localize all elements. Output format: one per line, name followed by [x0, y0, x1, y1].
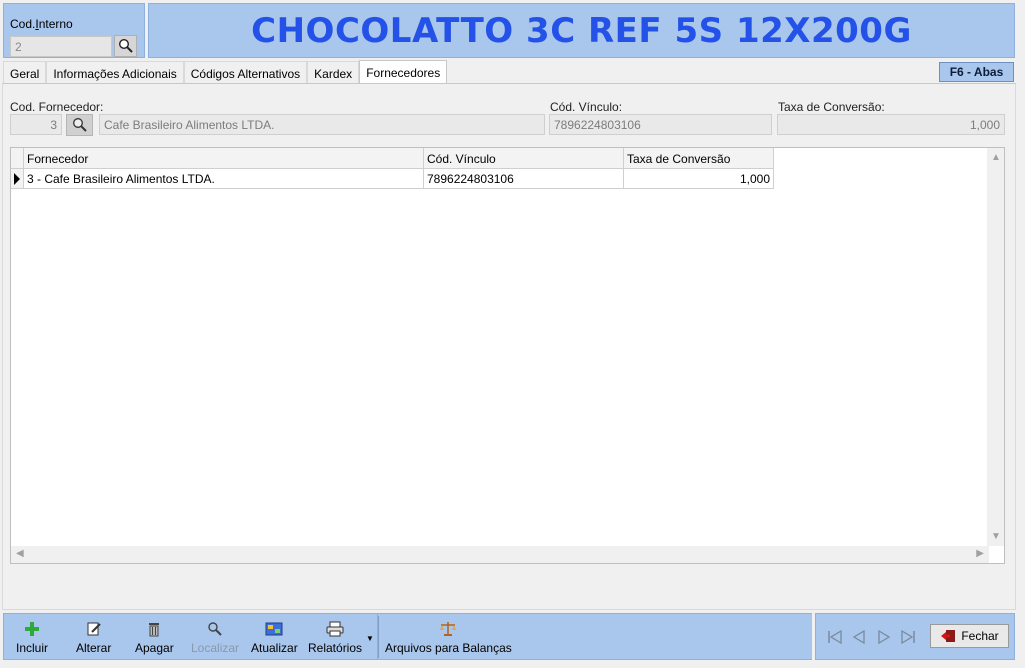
- code-label: Cod.Interno: [10, 17, 73, 31]
- table-row[interactable]: 3 - Cafe Brasileiro Alimentos LTDA. 7896…: [11, 169, 774, 189]
- taxa-field[interactable]: 1,000: [777, 114, 1005, 135]
- taxa-label: Taxa de Conversão:: [778, 100, 885, 114]
- last-icon: [901, 630, 915, 644]
- column-header-taxa[interactable]: Taxa de Conversão: [624, 148, 774, 169]
- tab-geral[interactable]: Geral: [3, 61, 47, 83]
- search-icon: [72, 118, 87, 132]
- apagar-button[interactable]: Apagar: [135, 620, 174, 658]
- current-row-arrow-icon: [14, 172, 20, 185]
- scroll-right-icon[interactable]: ▶: [976, 548, 984, 559]
- fornecedor-search-button[interactable]: [66, 114, 93, 136]
- last-record-button[interactable]: [897, 626, 919, 648]
- code-search-button[interactable]: [114, 35, 137, 57]
- internal-code-input[interactable]: 2: [10, 36, 112, 57]
- first-record-button[interactable]: [824, 626, 846, 648]
- scroll-down-icon[interactable]: ▼: [991, 531, 1001, 542]
- relatorios-label: Relatórios: [308, 641, 363, 655]
- tab-fornecedores[interactable]: Fornecedores: [359, 60, 448, 83]
- title-panel: CHOCOLATTO 3C REF 5S 12X200G: [148, 3, 1015, 58]
- search-icon: [118, 38, 133, 53]
- f6-abas-badge[interactable]: F6 - Abas: [939, 62, 1014, 82]
- code-panel: Cod.Interno 2: [3, 3, 145, 58]
- previous-icon: [852, 630, 865, 644]
- next-icon: [878, 630, 891, 644]
- first-icon: [828, 630, 842, 644]
- incluir-button[interactable]: Incluir: [16, 620, 48, 658]
- alterar-label: Alterar: [76, 641, 112, 655]
- vinculo-field[interactable]: 7896224803106: [549, 114, 772, 135]
- next-record-button[interactable]: [873, 626, 895, 648]
- relatorios-button[interactable]: Relatórios: [308, 620, 362, 658]
- cell-fornecedor[interactable]: 3 - Cafe Brasileiro Alimentos LTDA.: [24, 169, 424, 189]
- product-title: CHOCOLATTO 3C REF 5S 12X200G: [251, 10, 912, 51]
- vinculo-label: Cód. Vínculo:: [550, 100, 623, 114]
- toolbar-separator: [378, 616, 379, 658]
- vertical-scrollbar[interactable]: ▲ ▼: [987, 148, 1004, 546]
- exit-door-icon: [941, 630, 956, 642]
- cell-taxa[interactable]: 1,000: [624, 169, 774, 189]
- arquivos-balancas-button[interactable]: Arquivos para Balanças: [385, 620, 512, 658]
- fornecedores-grid[interactable]: Fornecedor Cód. Vínculo Taxa de Conversã…: [10, 147, 1005, 564]
- plus-icon: [25, 622, 39, 636]
- scroll-left-icon[interactable]: ◀: [16, 548, 24, 559]
- column-header-vinculo[interactable]: Cód. Vínculo: [424, 148, 624, 169]
- atualizar-button[interactable]: Atualizar: [251, 620, 298, 658]
- grid-header: Fornecedor Cód. Vínculo Taxa de Conversã…: [11, 148, 774, 169]
- grid-header-indicator: [11, 148, 24, 169]
- search-icon: [208, 622, 222, 636]
- tab-codigos-alternativos[interactable]: Códigos Alternativos: [183, 61, 308, 83]
- alterar-button[interactable]: Alterar: [76, 620, 111, 658]
- previous-record-button[interactable]: [848, 626, 870, 648]
- fornecedor-code-field[interactable]: 3: [10, 114, 62, 135]
- scale-icon: [440, 622, 457, 636]
- tab-kardex[interactable]: Kardex: [307, 61, 360, 83]
- printer-icon: [326, 621, 344, 637]
- arquivos-balancas-label: Arquivos para Balanças: [385, 641, 512, 655]
- fornecedor-name-field[interactable]: Cafe Brasileiro Alimentos LTDA.: [99, 114, 545, 135]
- horizontal-scrollbar[interactable]: ◀ ▶: [11, 546, 989, 563]
- trash-icon: [149, 623, 160, 637]
- tab-bar: Geral Informações Adicionais Códigos Alt…: [3, 60, 448, 83]
- close-label: Fechar: [961, 629, 999, 643]
- edit-icon: [87, 622, 101, 636]
- localizar-button[interactable]: Localizar: [191, 620, 239, 658]
- close-button[interactable]: Fechar: [930, 624, 1009, 648]
- navigation-panel: Fechar: [815, 613, 1015, 660]
- action-toolbar: Incluir Alterar Apagar Localizar Atualiz…: [3, 613, 378, 660]
- apagar-label: Apagar: [135, 641, 174, 655]
- refresh-icon: [265, 622, 283, 636]
- incluir-label: Incluir: [16, 641, 49, 655]
- localizar-label: Localizar: [191, 641, 240, 655]
- row-indicator: [11, 169, 24, 189]
- relatorios-dropdown-icon[interactable]: ▼: [366, 634, 374, 643]
- tab-informacoes-adicionais[interactable]: Informações Adicionais: [46, 61, 184, 83]
- atualizar-label: Atualizar: [251, 641, 298, 655]
- cell-vinculo[interactable]: 7896224803106: [424, 169, 624, 189]
- action-toolbar-extra: Arquivos para Balanças: [378, 613, 812, 660]
- scroll-up-icon[interactable]: ▲: [991, 152, 1001, 163]
- column-header-fornecedor[interactable]: Fornecedor: [24, 148, 424, 169]
- fornecedor-code-label: Cod. Fornecedor:: [10, 100, 104, 114]
